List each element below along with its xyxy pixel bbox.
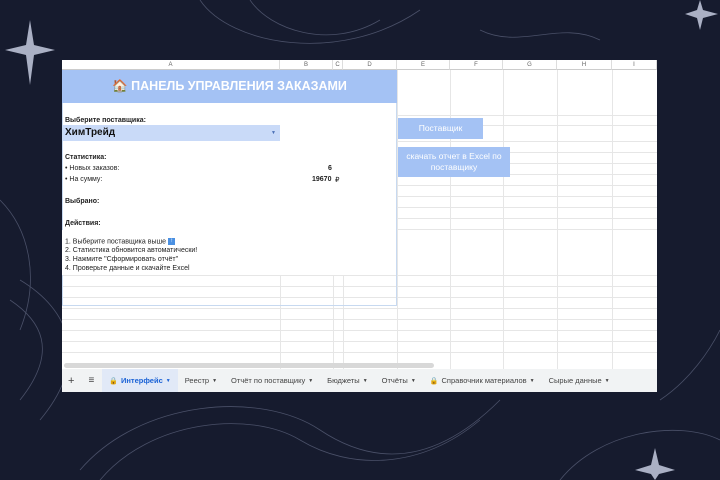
column-header-f[interactable]: F	[450, 60, 503, 70]
new-orders-value: 6	[328, 165, 332, 172]
add-sheet-button[interactable]: +	[62, 369, 80, 392]
supplier-label: Выберите поставщика:	[65, 117, 146, 124]
new-orders-label: • Новых заказов:	[65, 165, 120, 172]
tab-budgets[interactable]: Бюджеты ▼	[320, 369, 374, 392]
sheet-tab-bar: + ≡ 🔒 Интерфейс ▼ Реестр ▼ Отчёт по поставщ…	[62, 369, 657, 392]
tab-registry[interactable]: Реестр ▼	[178, 369, 224, 392]
action-step-4: 4. Проверьте данные и скачайте Excel	[65, 265, 190, 272]
column-header-g[interactable]: G	[503, 60, 557, 70]
currency-symbol: ₽	[335, 177, 340, 184]
supplier-value: ХимТрейд	[65, 127, 116, 138]
column-header-d[interactable]: D	[343, 60, 397, 70]
dashboard-banner: 🏠 ПАНЕЛЬ УПРАВЛЕНИЯ ЗАКАЗАМИ	[62, 70, 397, 103]
all-sheets-menu-icon[interactable]: ≡	[80, 369, 102, 392]
sum-label: • На сумму:	[65, 176, 103, 183]
action-step-2: 2. Статистика обновится автоматически!	[65, 247, 198, 254]
selected-label: Выбрано:	[65, 198, 100, 205]
tab-raw-data[interactable]: Сырые данные ▼	[542, 369, 617, 392]
lock-icon: 🔒	[429, 377, 439, 385]
stats-title: Статистика:	[65, 154, 107, 161]
column-header-b[interactable]: B	[280, 60, 333, 70]
supplier-dropdown[interactable]: ХимТрейд ▼	[63, 125, 280, 141]
action-step-1: 1. Выберите поставщика выше ↑	[65, 238, 175, 246]
actions-title: Действия:	[65, 220, 101, 227]
sum-value: 19670	[312, 176, 332, 183]
action-step-3: 3. Нажмите "Сформировать отчёт"	[65, 256, 179, 263]
tab-supplier-report[interactable]: Отчёт по поставщику ▼	[224, 369, 320, 392]
dashboard-title: ПАНЕЛЬ УПРАВЛЕНИЯ ЗАКАЗАМИ	[131, 79, 347, 93]
tab-reports[interactable]: Отчёты ▼	[375, 369, 423, 392]
arrow-up-icon: ↑	[167, 238, 175, 245]
house-icon: 🏠	[112, 79, 128, 93]
spreadsheet-window: A B C D E F G H I 🏠 ПАНЕЛЬ УПРАВЛЕНИЯ ЗА…	[62, 60, 657, 392]
column-header-h[interactable]: H	[557, 60, 612, 70]
tab-materials-directory[interactable]: 🔒 Справочник материалов ▼	[423, 369, 542, 392]
column-header-e[interactable]: E	[397, 60, 450, 70]
lock-icon: 🔒	[109, 377, 118, 385]
column-header-a[interactable]: A	[62, 60, 280, 70]
download-excel-button[interactable]: скачать отчет в Excel по поставщику	[398, 147, 510, 177]
supplier-button[interactable]: Поставщик	[398, 118, 483, 139]
tab-interface[interactable]: 🔒 Интерфейс ▼	[102, 369, 178, 392]
column-header-c[interactable]: C	[333, 60, 343, 70]
column-header-i[interactable]: I	[612, 60, 657, 70]
dropdown-arrow-icon[interactable]: ▼	[271, 125, 276, 141]
horizontal-scrollbar[interactable]	[64, 363, 434, 368]
